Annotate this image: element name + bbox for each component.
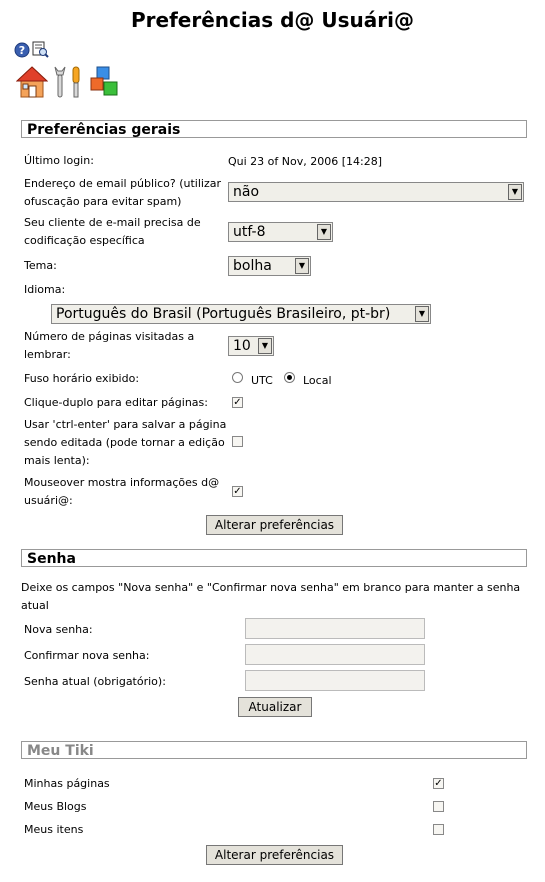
my-blogs-checkbox[interactable]	[433, 801, 444, 812]
chevron-down-icon: ▼	[295, 258, 309, 274]
timezone-utc-radio[interactable]	[232, 372, 243, 383]
my-items-checkbox[interactable]	[433, 824, 444, 835]
timezone-local-label: Local	[303, 374, 332, 387]
new-password-label: Nova senha:	[24, 623, 93, 636]
checkmark-icon: ✓	[233, 486, 242, 497]
svg-text:?: ?	[19, 44, 25, 57]
update-button[interactable]: Atualizar	[238, 697, 312, 717]
ctrl-enter-checkbox[interactable]	[232, 436, 243, 447]
new-password-field[interactable]	[245, 618, 425, 639]
checkmark-icon: ✓	[434, 778, 443, 789]
theme-label: Tema:	[24, 259, 57, 272]
current-password-label: Senha atual (obrigatório):	[24, 675, 166, 688]
doubleclick-checkbox[interactable]: ✓	[232, 397, 243, 408]
tools-icon[interactable]	[53, 65, 85, 99]
confirm-password-label: Confirmar nova senha:	[24, 649, 150, 662]
visited-pages-label: Número de páginas visitadas a lembrar:	[24, 330, 195, 361]
my-items-label: Meus itens	[24, 823, 84, 836]
section-heading-mytiki: Meu Tiki	[21, 741, 527, 759]
page-title: Preferências d@ Usuári@	[131, 8, 414, 32]
language-select[interactable]: Português do Brasil (Português Brasileir…	[51, 304, 431, 324]
visited-pages-select[interactable]: 10 ▼	[228, 336, 274, 356]
last-login-value: Qui 23 of Nov, 2006 [14:28]	[228, 155, 383, 168]
theme-select[interactable]: bolha ▼	[228, 256, 311, 276]
help-icon[interactable]: ?	[14, 42, 30, 58]
my-pages-label: Minhas páginas	[24, 777, 110, 790]
mouseover-checkbox[interactable]: ✓	[232, 486, 243, 497]
chevron-down-icon: ▼	[415, 306, 429, 322]
timezone-label: Fuso horário exibido:	[24, 372, 140, 385]
confirm-password-field[interactable]	[245, 644, 425, 665]
doubleclick-label: Clique-duplo para editar páginas:	[24, 396, 208, 409]
password-note: Deixe os campos "Nova senha" e "Confirma…	[21, 581, 521, 612]
language-label: Idioma:	[24, 283, 66, 296]
checkmark-icon: ✓	[233, 397, 242, 408]
timezone-local-radio[interactable]	[284, 372, 295, 383]
public-email-value: não	[233, 184, 260, 200]
public-email-select[interactable]: não ▼	[228, 182, 524, 202]
public-email-label: Endereço de email público? (utilizar ofu…	[24, 177, 222, 208]
chevron-down-icon: ▼	[317, 224, 331, 240]
print-icon[interactable]	[31, 41, 49, 59]
my-blogs-label: Meus Blogs	[24, 800, 87, 813]
mytiki-alter-preferences-button[interactable]: Alterar preferências	[206, 845, 343, 865]
chevron-down-icon: ▼	[508, 184, 522, 200]
ctrl-enter-label: Usar 'ctrl-enter' para salvar a página s…	[24, 418, 227, 467]
language-value: Português do Brasil (Português Brasileir…	[56, 306, 391, 322]
encoding-select[interactable]: utf-8 ▼	[228, 222, 333, 242]
last-login-label: Último login:	[24, 154, 94, 167]
section-heading-password: Senha	[21, 549, 527, 567]
home-icon[interactable]	[16, 65, 48, 99]
current-password-field[interactable]	[245, 670, 425, 691]
modules-icon[interactable]	[89, 65, 121, 99]
encoding-label: Seu cliente de e-mail precisa de codific…	[24, 216, 201, 247]
theme-value: bolha	[233, 258, 272, 274]
my-pages-checkbox[interactable]: ✓	[433, 778, 444, 789]
timezone-utc-label: UTC	[251, 374, 273, 387]
alter-preferences-button[interactable]: Alterar preferências	[206, 515, 343, 535]
visited-pages-value: 10	[233, 338, 251, 354]
encoding-value: utf-8	[233, 224, 266, 240]
mouseover-label: Mouseover mostra informações d@ usuári@:	[24, 476, 220, 507]
chevron-down-icon: ▼	[258, 338, 272, 354]
section-heading-general: Preferências gerais	[21, 120, 527, 138]
